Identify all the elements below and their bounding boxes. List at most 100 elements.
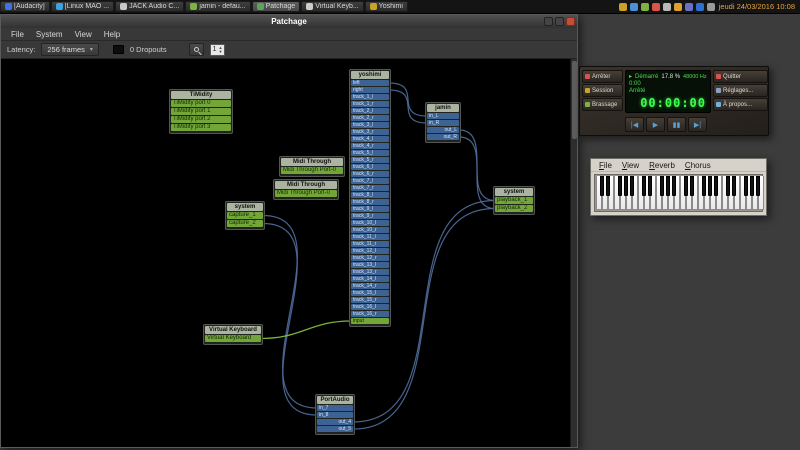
port-yoshimi-track-14-r[interactable]: track_14_r: [351, 283, 389, 289]
port-yoshimi-input[interactable]: input: [351, 318, 389, 324]
maximize-button[interactable]: [555, 17, 564, 26]
port-midithrough2-midi-through-port-0[interactable]: Midi Through Port-0: [275, 190, 337, 197]
port-yoshimi-track-12-r[interactable]: track_12_r: [351, 255, 389, 261]
zoom-button[interactable]: [189, 43, 204, 56]
qjackctl-button-session[interactable]: Session: [582, 84, 623, 97]
menu-system[interactable]: System: [30, 30, 69, 39]
piano-black-key[interactable]: [660, 176, 664, 196]
piano-black-key[interactable]: [702, 176, 706, 196]
piano-black-key[interactable]: [642, 176, 646, 196]
port-yoshimi-track-10-r[interactable]: track_10_r: [351, 227, 389, 233]
port-system2-playback-2[interactable]: playback_2: [495, 205, 533, 212]
piano-black-key[interactable]: [690, 176, 694, 196]
tray-hp-icon[interactable]: [696, 3, 704, 11]
port-yoshimi-track-4-r[interactable]: track_4_r: [351, 143, 389, 149]
port-yoshimi-track-5-r[interactable]: track_5_r: [351, 157, 389, 163]
port-timidity-timidity-port-2[interactable]: TiMidity port 2: [171, 116, 231, 123]
piano-black-key[interactable]: [744, 176, 748, 196]
port-yoshimi-track-16-l[interactable]: track_16_l: [351, 304, 389, 310]
vk-menu-view[interactable]: View: [617, 161, 644, 170]
tray-network-icon[interactable]: [641, 3, 649, 11]
tray-clipboard-icon[interactable]: [663, 3, 671, 11]
patch-canvas[interactable]: TiMidityTiMidity port 0TiMidity port 1Ti…: [1, 59, 577, 447]
port-yoshimi-track-8-l[interactable]: track_8_l: [351, 192, 389, 198]
port-yoshimi-track-3-l[interactable]: track_3_l: [351, 122, 389, 128]
piano-black-key[interactable]: [732, 176, 736, 196]
port-yoshimi-track-9-l[interactable]: track_9_l: [351, 206, 389, 212]
tray-audio-icon[interactable]: [619, 3, 627, 11]
port-system2-playback-1[interactable]: playback_1: [495, 197, 533, 204]
port-jamin-in-r[interactable]: in_R: [427, 120, 459, 126]
close-button[interactable]: [566, 17, 575, 26]
port-yoshimi-track-3-r[interactable]: track_3_r: [351, 129, 389, 135]
piano-black-key[interactable]: [630, 176, 634, 196]
piano-black-key[interactable]: [756, 176, 760, 196]
port-jamin-out-r[interactable]: out_R: [427, 134, 459, 140]
qjackctl-button-arr-ter[interactable]: Arrêter: [582, 70, 623, 83]
canvas-scrollbar[interactable]: [570, 59, 577, 447]
port-timidity-timidity-port-3[interactable]: TiMidity port 3: [171, 124, 231, 131]
port-yoshimi-track-2-l[interactable]: track_2_l: [351, 108, 389, 114]
qjackctl-button-brassage[interactable]: Brassage: [582, 98, 623, 111]
port-yoshimi-track-5-l[interactable]: track_5_l: [351, 150, 389, 156]
piano-black-key[interactable]: [714, 176, 718, 196]
forward-button[interactable]: ▶|: [688, 117, 707, 132]
qjackctl-button-propos[interactable]: À propos...: [713, 98, 768, 111]
port-yoshimi-track-1-l[interactable]: track_1_l: [351, 94, 389, 100]
port-yoshimi-track-12-l[interactable]: track_12_l: [351, 248, 389, 254]
rewind-button[interactable]: |◀: [625, 117, 644, 132]
piano-black-key[interactable]: [666, 176, 670, 196]
qjackctl-button-quitter[interactable]: Quitter: [713, 70, 768, 83]
taskbar-item-audacity[interactable]: [Audacity]: [0, 1, 50, 12]
port-jamin-out-l[interactable]: out_L: [427, 127, 459, 133]
node-portaudio[interactable]: PortAudioin_7in_8out_4out_5: [315, 394, 355, 435]
piano-black-key[interactable]: [684, 176, 688, 196]
port-system1-capture-1[interactable]: capture_1: [227, 212, 263, 219]
port-midithrough1-midi-through-port-0[interactable]: Midi Through Port-0: [281, 167, 343, 174]
piano-black-key[interactable]: [750, 176, 754, 196]
port-yoshimi-track-11-l[interactable]: track_11_l: [351, 234, 389, 240]
port-timidity-timidity-port-1[interactable]: TiMidity port 1: [171, 108, 231, 115]
port-yoshimi-track-6-r[interactable]: track_6_r: [351, 171, 389, 177]
node-system2[interactable]: systemplayback_1playback_2: [493, 186, 535, 215]
port-yoshimi-right[interactable]: right: [351, 87, 389, 93]
port-portaudio-in-7[interactable]: in_7: [317, 405, 353, 411]
tray-update-icon[interactable]: [652, 3, 660, 11]
minimize-button[interactable]: [544, 17, 553, 26]
piano-black-key[interactable]: [648, 176, 652, 196]
taskbar-item-virtual-keyb[interactable]: Virtual Keyb...: [301, 1, 363, 12]
piano-black-key[interactable]: [672, 176, 676, 196]
port-yoshimi-track-13-r[interactable]: track_13_r: [351, 269, 389, 275]
vk-menu-reverb[interactable]: Reverb: [644, 161, 680, 170]
tray-volume-icon[interactable]: [630, 3, 638, 11]
port-yoshimi-left[interactable]: left: [351, 80, 389, 86]
piano-black-key[interactable]: [618, 176, 622, 196]
port-yoshimi-track-4-l[interactable]: track_4_l: [351, 136, 389, 142]
taskbar-item-yoshimi[interactable]: Yoshimi: [365, 1, 408, 12]
piano-black-key[interactable]: [600, 176, 604, 196]
taskbar-item-linux-mao[interactable]: [Linux MAO ...: [51, 1, 114, 12]
port-yoshimi-track-14-l[interactable]: track_14_l: [351, 276, 389, 282]
node-midithrough2[interactable]: Midi ThroughMidi Through Port-0: [273, 179, 339, 200]
qjackctl-button-r-glages[interactable]: Réglages...: [713, 84, 768, 97]
port-yoshimi-track-15-l[interactable]: track_15_l: [351, 290, 389, 296]
taskbar-item-patchage[interactable]: Patchage: [252, 1, 301, 12]
vk-menu-file[interactable]: File: [594, 161, 617, 170]
port-yoshimi-track-7-r[interactable]: track_7_r: [351, 185, 389, 191]
port-yoshimi-track-7-l[interactable]: track_7_l: [351, 178, 389, 184]
piano-black-key[interactable]: [624, 176, 628, 196]
port-yoshimi-track-1-r[interactable]: track_1_r: [351, 101, 389, 107]
tray-power-icon[interactable]: [674, 3, 682, 11]
scrollbar-thumb[interactable]: [572, 61, 577, 139]
taskbar-item-jack-audio-c[interactable]: JACK Audio C...: [115, 1, 184, 12]
piano-black-key[interactable]: [726, 176, 730, 196]
port-jamin-in-l[interactable]: in_L: [427, 113, 459, 119]
play-button[interactable]: ▶: [646, 117, 665, 132]
port-portaudio-out-5[interactable]: out_5: [317, 426, 353, 432]
port-yoshimi-track-6-l[interactable]: track_6_l: [351, 164, 389, 170]
titlebar[interactable]: Patchage: [1, 15, 577, 28]
port-portaudio-in-8[interactable]: in_8: [317, 412, 353, 418]
node-system1[interactable]: systemcapture_1capture_2: [225, 201, 265, 230]
port-system1-capture-2[interactable]: capture_2: [227, 220, 263, 227]
tray-display-icon[interactable]: [685, 3, 693, 11]
